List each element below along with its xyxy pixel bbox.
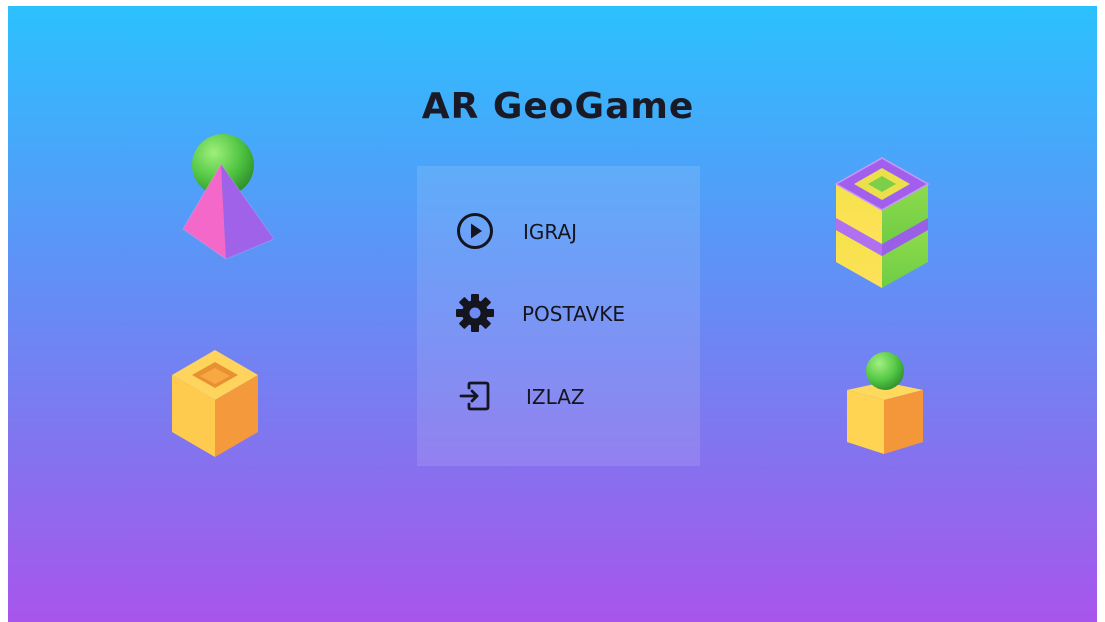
game-title: AR GeoGame <box>421 86 695 127</box>
play-circle-icon <box>457 213 493 249</box>
play-button[interactable]: IGRAJ <box>417 206 700 256</box>
exit-button[interactable]: IZLAZ <box>417 371 700 421</box>
settings-button[interactable]: POSTAVKE <box>417 288 700 338</box>
main-menu-panel: IGRAJ POSTAVKE IZLAZ <box>417 166 700 466</box>
exit-label: IZLAZ <box>526 385 585 409</box>
stacked-cubes-decoration <box>834 157 930 288</box>
play-label: IGRAJ <box>523 220 578 244</box>
exit-icon <box>459 381 490 411</box>
gear-icon <box>456 294 494 332</box>
main-menu-screen: AR GeoGame IGRAJ POSTAVKE IZLAZ <box>8 6 1097 622</box>
sphere-pyramid-decoration <box>182 134 275 260</box>
settings-label: POSTAVKE <box>522 302 625 326</box>
hollow-cube-decoration <box>172 350 258 457</box>
sphere-cube-decoration <box>847 352 923 454</box>
